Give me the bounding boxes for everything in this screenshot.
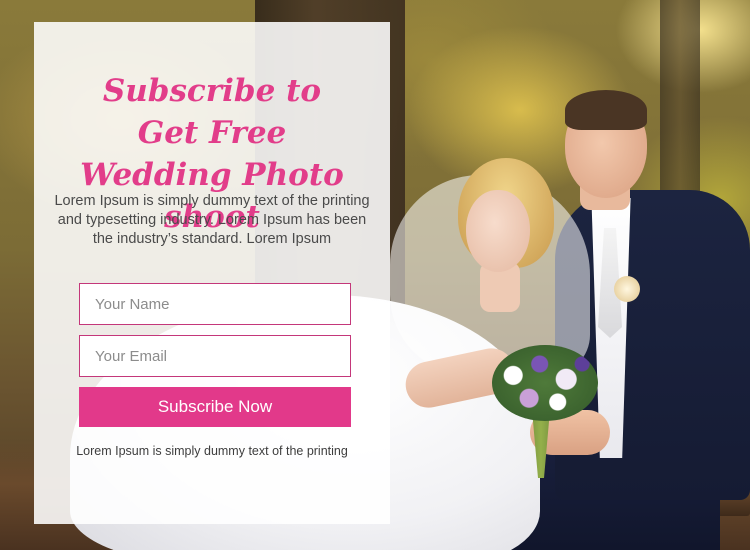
subscribe-panel: Subscribe to Get Free Wedding Photo shoo…: [34, 22, 390, 524]
bride-face: [466, 190, 530, 272]
name-input[interactable]: [79, 283, 351, 325]
email-input[interactable]: [79, 335, 351, 377]
description: Lorem Ipsum is simply dummy text of the …: [54, 193, 370, 247]
boutonniere: [614, 276, 640, 302]
subscribe-button[interactable]: Subscribe Now: [79, 387, 351, 427]
groom-hair: [565, 90, 647, 130]
footnote: Lorem Ipsum is simply dummy text of the …: [76, 444, 348, 458]
bouquet: [492, 345, 598, 421]
